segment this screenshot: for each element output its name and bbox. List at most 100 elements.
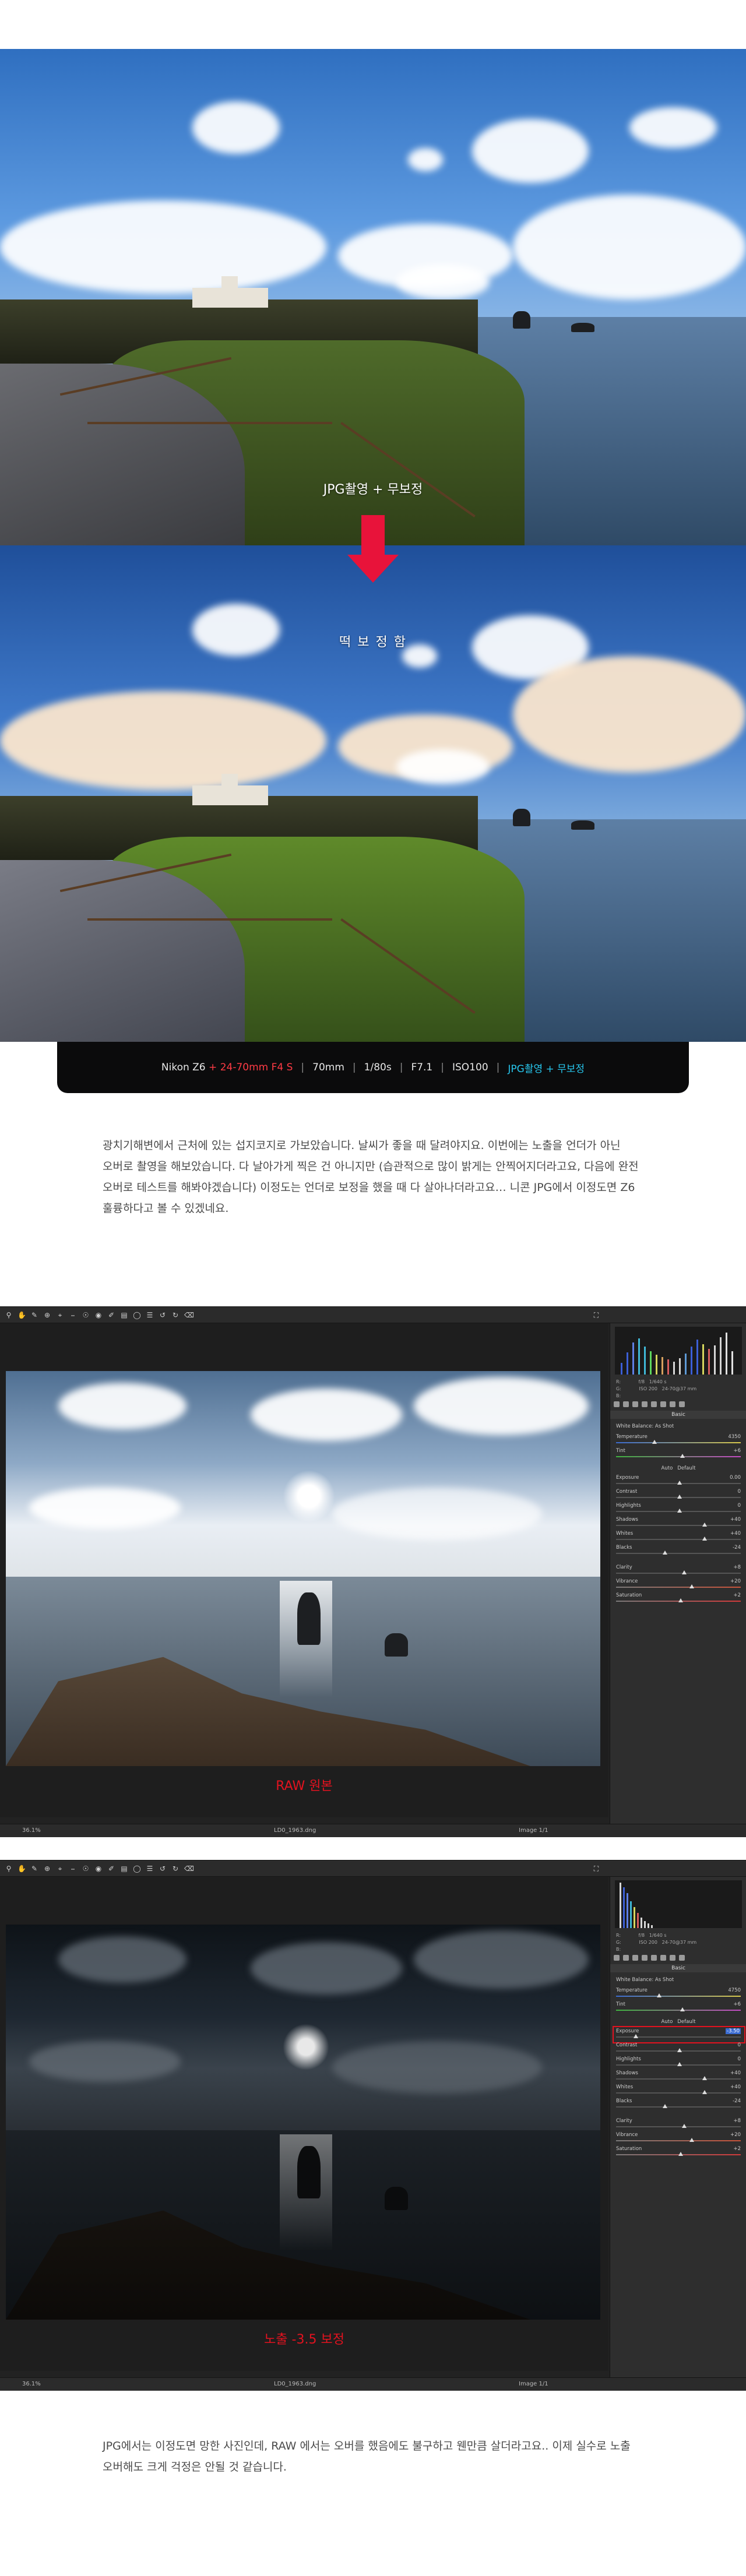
- slider-value-temperature[interactable]: 4750: [728, 1987, 741, 1993]
- trash-icon[interactable]: ⌫: [184, 1865, 194, 1873]
- blacks-slider[interactable]: [616, 1550, 741, 1555]
- spot-removal-icon[interactable]: ☉: [82, 1865, 90, 1873]
- wb-select[interactable]: As Shot: [655, 1423, 674, 1429]
- saturation-slider[interactable]: [616, 1598, 741, 1602]
- highlights-slider[interactable]: [616, 2062, 741, 2066]
- trash-icon[interactable]: ⌫: [184, 1311, 194, 1319]
- split-toning-tab-icon[interactable]: [651, 1955, 657, 1961]
- slider-value-tint[interactable]: +6: [733, 2001, 741, 2007]
- auto-button[interactable]: Auto: [661, 2019, 673, 2025]
- slider-value-whites[interactable]: +40: [730, 2084, 741, 2090]
- tint-slider[interactable]: [616, 1454, 741, 1458]
- eyedropper-icon[interactable]: ✎: [30, 1865, 38, 1873]
- slider-value-saturation[interactable]: +2: [733, 2146, 741, 2152]
- lens-tab-icon[interactable]: [660, 1955, 666, 1961]
- hsl-tab-icon[interactable]: [642, 1955, 648, 1961]
- graduated-filter-icon[interactable]: ▤: [120, 1311, 128, 1319]
- clarity-slider[interactable]: [616, 1570, 741, 1574]
- detail-tab-icon[interactable]: [632, 1955, 638, 1961]
- preferences-icon[interactable]: ☰: [146, 1311, 154, 1319]
- redeye-icon[interactable]: ◉: [94, 1865, 103, 1873]
- slider-value-vibrance[interactable]: +20: [730, 2132, 741, 2138]
- shadows-slider[interactable]: [616, 2076, 741, 2080]
- crop-icon[interactable]: ⌖: [56, 1311, 64, 1319]
- shadows-slider[interactable]: [616, 1523, 741, 1527]
- wb-select[interactable]: As Shot: [655, 1977, 674, 1983]
- tint-slider[interactable]: [616, 2007, 741, 2011]
- saturation-slider[interactable]: [616, 2152, 741, 2156]
- detail-tab-icon[interactable]: [632, 1401, 638, 1407]
- exposure-slider[interactable]: [616, 2034, 741, 2038]
- brush-icon[interactable]: ✐: [107, 1311, 115, 1319]
- slider-value-clarity[interactable]: +8: [733, 1564, 741, 1570]
- radial-filter-icon[interactable]: ◯: [133, 1865, 141, 1873]
- temperature-slider[interactable]: [616, 1993, 741, 1997]
- fullscreen-icon[interactable]: ⛶: [592, 1865, 600, 1873]
- zoom-level[interactable]: 36.1%: [22, 1827, 41, 1834]
- zoom-level[interactable]: 36.1%: [22, 2381, 41, 2387]
- straighten-icon[interactable]: ⎯: [69, 1311, 77, 1319]
- slider-value-exposure[interactable]: 0.00: [730, 1475, 741, 1481]
- effects-tab-icon[interactable]: [670, 1401, 675, 1407]
- hsl-tab-icon[interactable]: [642, 1401, 648, 1407]
- slider-value-shadows[interactable]: +40: [730, 1517, 741, 1523]
- blacks-slider[interactable]: [616, 2104, 741, 2108]
- calibration-tab-icon[interactable]: [679, 1955, 685, 1961]
- contrast-slider[interactable]: [616, 2048, 741, 2052]
- rotate-cw-icon[interactable]: ↻: [171, 1311, 180, 1319]
- clarity-slider[interactable]: [616, 2124, 741, 2128]
- slider-value-clarity[interactable]: +8: [733, 2118, 741, 2124]
- highlights-slider[interactable]: [616, 1509, 741, 1513]
- whites-slider[interactable]: [616, 2090, 741, 2094]
- slider-value-contrast[interactable]: 0: [738, 1489, 741, 1495]
- straighten-icon[interactable]: ⎯: [69, 1865, 77, 1873]
- slider-value-blacks[interactable]: -24: [733, 1545, 741, 1550]
- slider-value-highlights[interactable]: 0: [738, 2056, 741, 2062]
- slider-value-temperature[interactable]: 4350: [728, 1434, 741, 1440]
- radial-filter-icon[interactable]: ◯: [133, 1311, 141, 1319]
- slider-value-tint[interactable]: +6: [733, 1448, 741, 1454]
- rotate-ccw-icon[interactable]: ↺: [159, 1311, 167, 1319]
- vibrance-slider[interactable]: [616, 1584, 741, 1588]
- slider-value-whites[interactable]: +40: [730, 1531, 741, 1537]
- graduated-filter-icon[interactable]: ▤: [120, 1865, 128, 1873]
- vibrance-slider[interactable]: [616, 2138, 741, 2142]
- tone-curve-tab-icon[interactable]: [623, 1401, 629, 1407]
- effects-tab-icon[interactable]: [670, 1955, 675, 1961]
- slider-value-blacks[interactable]: -24: [733, 2098, 741, 2104]
- redeye-icon[interactable]: ◉: [94, 1311, 103, 1319]
- preferences-icon[interactable]: ☰: [146, 1865, 154, 1873]
- fullscreen-icon[interactable]: ⛶: [592, 1311, 600, 1319]
- temperature-slider[interactable]: [616, 1440, 741, 1444]
- target-icon[interactable]: ⊕: [43, 1865, 51, 1873]
- slider-value-highlights[interactable]: 0: [738, 1503, 741, 1509]
- slider-value-saturation[interactable]: +2: [733, 1592, 741, 1598]
- basic-tab-icon[interactable]: [614, 1955, 620, 1961]
- default-button[interactable]: Default: [677, 2019, 695, 2025]
- hand-icon[interactable]: ✋: [17, 1865, 26, 1873]
- crop-icon[interactable]: ⌖: [56, 1865, 64, 1873]
- hand-icon[interactable]: ✋: [17, 1311, 26, 1319]
- slider-value-vibrance[interactable]: +20: [730, 1578, 741, 1584]
- target-icon[interactable]: ⊕: [43, 1311, 51, 1319]
- tone-curve-tab-icon[interactable]: [623, 1955, 629, 1961]
- contrast-slider[interactable]: [616, 1495, 741, 1499]
- rotate-cw-icon[interactable]: ↻: [171, 1865, 180, 1873]
- slider-value-contrast[interactable]: 0: [738, 2042, 741, 2048]
- slider-value-exposure[interactable]: -3.50: [726, 2028, 741, 2034]
- eyedropper-icon[interactable]: ✎: [30, 1311, 38, 1319]
- default-button[interactable]: Default: [677, 1465, 695, 1471]
- spot-removal-icon[interactable]: ☉: [82, 1311, 90, 1319]
- calibration-tab-icon[interactable]: [679, 1401, 685, 1407]
- slider-value-shadows[interactable]: +40: [730, 2070, 741, 2076]
- zoom-icon[interactable]: ⚲: [5, 1311, 13, 1319]
- basic-tab-icon[interactable]: [614, 1401, 620, 1407]
- rotate-ccw-icon[interactable]: ↺: [159, 1865, 167, 1873]
- exposure-slider[interactable]: [616, 1481, 741, 1485]
- zoom-icon[interactable]: ⚲: [5, 1865, 13, 1873]
- auto-button[interactable]: Auto: [661, 1465, 673, 1471]
- brush-icon[interactable]: ✐: [107, 1865, 115, 1873]
- lens-tab-icon[interactable]: [660, 1401, 666, 1407]
- whites-slider[interactable]: [616, 1537, 741, 1541]
- split-toning-tab-icon[interactable]: [651, 1401, 657, 1407]
